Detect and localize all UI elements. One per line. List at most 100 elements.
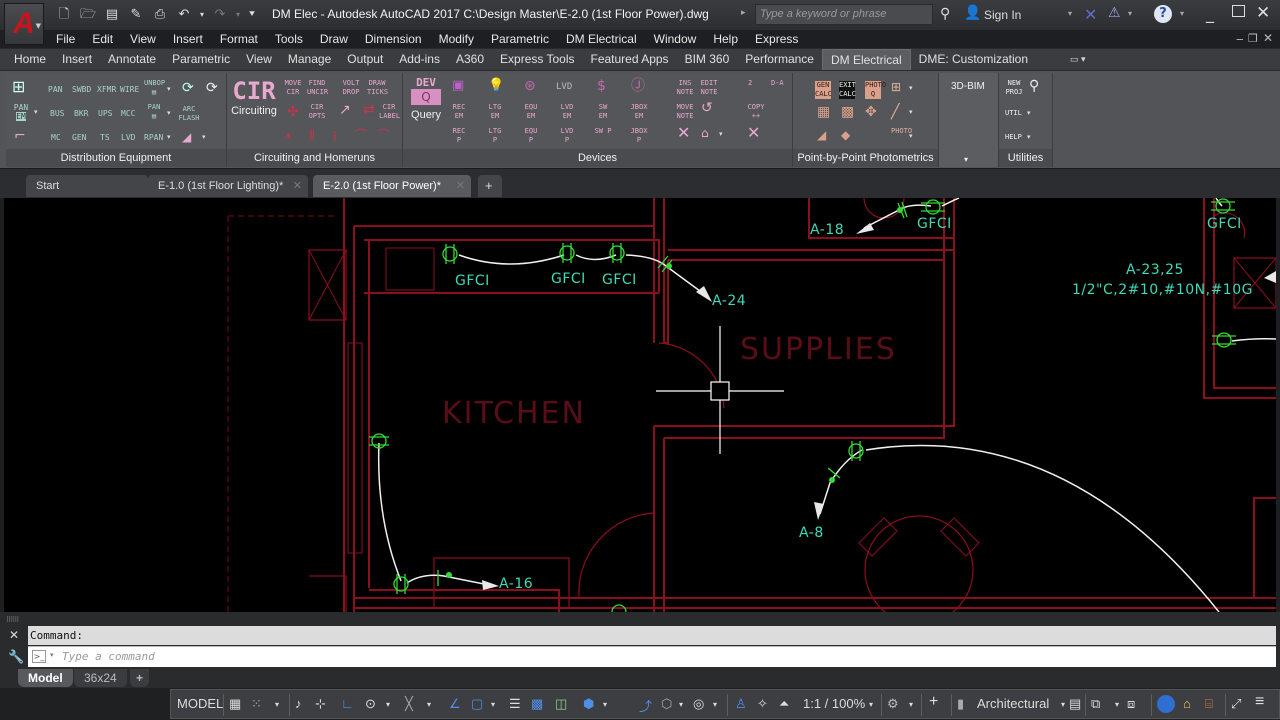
- surface-icon[interactable]: ◢: [817, 129, 826, 141]
- 3d-osnap-dropdown-icon[interactable]: ▾: [603, 700, 607, 709]
- ins-note-button[interactable]: INS NOTE: [675, 79, 695, 97]
- pan-em-dropdown-icon[interactable]: ▾: [34, 109, 38, 116]
- command-input[interactable]: >_ ▾ Type a command: [28, 646, 1276, 667]
- ribbon-tab-performance[interactable]: Performance: [737, 49, 822, 71]
- connection-icon[interactable]: ⌐: [14, 129, 26, 143]
- panel-3d-bim[interactable]: 3D-BIM ▾: [939, 73, 999, 167]
- scale-dropdown-icon[interactable]: ▾: [869, 700, 873, 709]
- polar-tracking-icon[interactable]: ⊙: [365, 696, 376, 712]
- terminal-icon[interactable]: >_: [32, 650, 46, 663]
- toolbox-icon[interactable]: ⌸: [1205, 696, 1213, 712]
- customize-qat-icon[interactable]: ⯆: [244, 6, 260, 24]
- units-value[interactable]: Architectural: [977, 696, 1049, 711]
- save-as-icon[interactable]: ✎: [124, 6, 148, 24]
- equ-em-button[interactable]: EQU EM: [521, 103, 541, 121]
- menu-tools[interactable]: Tools: [267, 30, 312, 48]
- snap-dropdown-icon[interactable]: ▾: [275, 700, 279, 709]
- ribbon-tab-dme-customization[interactable]: DME: Customization: [911, 49, 1036, 71]
- polar-dropdown-icon[interactable]: ▾: [386, 700, 390, 709]
- gizmo-icon[interactable]: ◎: [693, 696, 704, 712]
- close-command-icon[interactable]: ✕: [9, 628, 19, 642]
- customize-wrench-icon[interactable]: 🔧: [8, 650, 24, 665]
- bkr-button[interactable]: BKR: [74, 109, 88, 118]
- selection-filter-dropdown-icon[interactable]: ▾: [679, 700, 683, 709]
- ribbon-tab-manage[interactable]: Manage: [280, 49, 339, 71]
- object-snap-tracking-icon[interactable]: ∠: [449, 696, 461, 712]
- xfmr-button[interactable]: XFMR: [97, 85, 116, 94]
- maximize-icon[interactable]: [1232, 5, 1245, 17]
- gen-button[interactable]: GEN: [72, 133, 86, 142]
- jbox-em-button[interactable]: JBOX EM: [629, 103, 649, 121]
- osnap-dropdown-icon[interactable]: ▾: [491, 700, 495, 709]
- doc-minimize-icon[interactable]: ‒: [1236, 32, 1244, 46]
- workspace-gear-icon[interactable]: ⚙: [887, 696, 899, 712]
- sw-em-button[interactable]: SW EM: [593, 103, 613, 121]
- help-dropdown-icon[interactable]: ▾: [1180, 9, 1184, 18]
- file-tab-e1[interactable]: E-1.0 (1st Floor Lighting)* ✕: [148, 175, 308, 197]
- util-dropdown-icon[interactable]: ▾: [1027, 110, 1031, 117]
- layout-tab-model[interactable]: Model: [18, 669, 73, 687]
- save-icon[interactable]: ▤: [100, 6, 124, 24]
- lineweight-icon[interactable]: ☰: [509, 696, 521, 712]
- receptacle-icon[interactable]: ▣: [452, 79, 464, 92]
- dm-electrical-icon[interactable]: ⌂: [1183, 696, 1191, 711]
- lvd-em-button[interactable]: LVD EM: [557, 103, 577, 121]
- homerun-arrow-icon[interactable]: ↗: [339, 103, 351, 117]
- tick-ground-icon[interactable]: ⩚: [285, 129, 292, 141]
- binoculars-icon[interactable]: ⚲: [940, 6, 950, 22]
- exchange-apps-icon[interactable]: ✕: [1084, 5, 1097, 24]
- ribbon-tab-insert[interactable]: Insert: [54, 49, 100, 71]
- 3d-osnap-icon[interactable]: ⬢: [583, 696, 594, 712]
- search-expand-icon[interactable]: ▸: [741, 8, 746, 18]
- ups-button[interactable]: UPS: [98, 109, 112, 118]
- line-icon[interactable]: ╱: [891, 105, 899, 119]
- sw-p-button[interactable]: SW P: [593, 127, 613, 136]
- ribbon-tab-a360[interactable]: A360: [448, 49, 492, 71]
- ribbon-tab-view[interactable]: View: [238, 49, 280, 71]
- search-icon[interactable]: ⚲: [1029, 79, 1039, 93]
- unbop-button[interactable]: UNBOP ▤: [144, 79, 165, 97]
- new-icon[interactable]: 🗋: [52, 6, 76, 24]
- menu-dimension[interactable]: Dimension: [357, 30, 431, 48]
- dim-2-button[interactable]: 2: [748, 79, 752, 88]
- tick-split-icon[interactable]: ⫲: [333, 129, 337, 141]
- isodraft-icon[interactable]: ╳: [405, 696, 413, 712]
- ltg-em-button[interactable]: LTG EM: [485, 103, 505, 121]
- pan-em-button[interactable]: PAN EM: [12, 103, 30, 121]
- ribbon-minimize-toggle[interactable]: ▭ ▾: [1036, 49, 1094, 71]
- workspace-dropdown-icon[interactable]: ▾: [909, 700, 913, 709]
- menu-modify[interactable]: Modify: [431, 30, 483, 48]
- ribbon-tab-annotate[interactable]: Annotate: [100, 49, 164, 71]
- rpan-button[interactable]: RPAN: [144, 133, 163, 142]
- jbox-icon[interactable]: Ⓙ: [631, 79, 645, 93]
- lvd-device-button[interactable]: LVD: [556, 83, 572, 92]
- ribbon-tab-output[interactable]: Output: [339, 49, 391, 71]
- close-icon[interactable]: ✕: [1256, 3, 1270, 23]
- sign-in-link[interactable]: Sign In: [984, 8, 1021, 22]
- delete-dim-icon[interactable]: ✕: [747, 125, 760, 141]
- ribbon-tab-bim-360[interactable]: BIM 360: [677, 49, 738, 71]
- lock-ui-dropdown-icon[interactable]: ▾: [1115, 700, 1119, 709]
- draw-ticks-button[interactable]: DRAW TICKS: [367, 79, 388, 97]
- infer-constraints-icon[interactable]: ♪: [295, 696, 302, 711]
- menu-window[interactable]: Window: [646, 30, 706, 48]
- cir-arrange-icon[interactable]: ✣: [287, 105, 299, 119]
- refresh-icon[interactable]: ⟳: [182, 81, 194, 95]
- light-bulb-icon[interactable]: 💡: [488, 79, 504, 92]
- grid-icon[interactable]: ▦: [229, 696, 241, 712]
- search-input[interactable]: Type a keyword or phrase: [755, 4, 933, 25]
- quick-properties-icon[interactable]: ▤: [1069, 696, 1081, 712]
- dynamic-ucs-icon[interactable]: ⤴: [639, 696, 652, 715]
- volt-drop-button[interactable]: VOLT DROP: [341, 79, 361, 97]
- dynamic-input-icon[interactable]: ⊹: [315, 696, 326, 712]
- annotation-visibility-icon[interactable]: ♙: [735, 696, 747, 712]
- tick-multi-icon[interactable]: ⫼: [309, 129, 315, 141]
- snap-icon[interactable]: ⁙: [251, 696, 262, 712]
- gizmo-dropdown-icon[interactable]: ▾: [713, 700, 717, 709]
- undo-icon[interactable]: ↶: [172, 6, 196, 24]
- swbd-button[interactable]: SWBD: [72, 85, 91, 94]
- file-tab-e2[interactable]: E-2.0 (1st Floor Power)* ✕: [313, 175, 471, 197]
- model-space-toggle[interactable]: MODEL: [177, 696, 223, 711]
- gen-calc-button[interactable]: GEN CALC: [815, 81, 832, 99]
- selection-cycling-icon[interactable]: ◫: [555, 696, 567, 712]
